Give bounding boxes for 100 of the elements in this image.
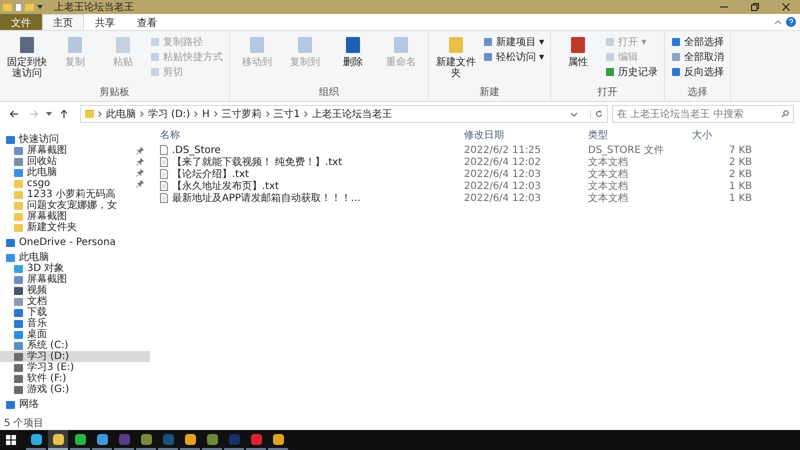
- size-cell-text: 2 KB: [728, 156, 753, 168]
- chevron-down-icon[interactable]: [570, 110, 578, 118]
- ribbon-button[interactable]: 删除: [330, 33, 376, 85]
- ribbon-button[interactable]: 轻松访问 ▾: [481, 50, 546, 63]
- breadcrumb-link[interactable]: 三寸1: [274, 107, 300, 121]
- group-label: 选择: [686, 86, 709, 100]
- nav-item[interactable]: 3D 对象: [0, 263, 150, 274]
- size-cell-text: 7 KB: [728, 144, 753, 156]
- document-icon: [160, 169, 168, 179]
- ribbon-button[interactable]: 固定到快速访问: [4, 33, 50, 85]
- nav-item[interactable]: 屏幕截图: [0, 145, 150, 156]
- refresh-icon[interactable]: [590, 110, 603, 118]
- address-bar[interactable]: 此电脑 学习 (D:) H 三寸萝莉 三寸1 上老王论坛当老王: [80, 105, 608, 123]
- nav-item[interactable]: 游戏 (G:): [0, 384, 150, 395]
- nav-item[interactable]: 屏幕截图: [0, 274, 150, 285]
- column-header[interactable]: 大小: [688, 128, 758, 142]
- ribbon-button[interactable]: 新建文件夹: [433, 33, 479, 85]
- group-label: 组织: [318, 86, 340, 100]
- ribbon-button[interactable]: 全部选择: [669, 35, 726, 48]
- nav-item[interactable]: 屏幕截图: [0, 211, 150, 222]
- windows-logo-icon[interactable]: [6, 435, 16, 445]
- ribbon-button[interactable]: 反向选择: [669, 65, 726, 78]
- breadcrumb-link[interactable]: H: [202, 108, 210, 120]
- nav-item[interactable]: 快速访问: [0, 134, 150, 145]
- ribbon-button[interactable]: 全部取消: [669, 50, 726, 63]
- nav-item[interactable]: 此电脑: [0, 252, 150, 263]
- document-icon[interactable]: [15, 2, 22, 12]
- group-label: 打开: [596, 86, 619, 100]
- file-name-cell[interactable]: 最新地址及APP请发邮箱自动获取！！！...: [156, 191, 460, 205]
- column-header[interactable]: 类型: [584, 128, 688, 142]
- taskbar-app[interactable]: [48, 430, 68, 450]
- nav-item[interactable]: 此电脑: [0, 167, 150, 178]
- nav-item[interactable]: 学习 (D:): [0, 351, 150, 362]
- nav-item[interactable]: 网络: [0, 399, 150, 410]
- ribbon-tab[interactable]: 主页: [42, 14, 84, 30]
- close-icon[interactable]: [781, 2, 791, 12]
- back-arrow-icon[interactable]: [9, 109, 19, 119]
- nav-item[interactable]: 回收站: [0, 156, 150, 167]
- breadcrumb-link[interactable]: 上老王论坛当老王: [312, 107, 392, 121]
- nav-item[interactable]: 软件 (F:): [0, 373, 150, 384]
- file-name-cell[interactable]: 【来了就能下载视频！ 纯免费！】.txt: [156, 155, 460, 169]
- chevron-up-icon[interactable]: [774, 18, 782, 26]
- column-header[interactable]: 名称: [156, 128, 460, 142]
- item-count: 5 个项目: [4, 417, 44, 430]
- document-icon: [160, 157, 168, 167]
- breadcrumb-link[interactable]: 三寸萝莉: [222, 107, 262, 121]
- nav-item[interactable]: 系统 (C:): [0, 340, 150, 351]
- caret-icon[interactable]: [37, 5, 43, 9]
- ribbon-button[interactable]: 新建项目 ▾: [481, 35, 546, 48]
- chevron-right-icon: [266, 111, 270, 117]
- nav-item[interactable]: 桌面: [0, 329, 150, 340]
- document-icon: [160, 145, 168, 155]
- type-cell-text: DS_STORE 文件: [587, 144, 665, 156]
- nav-item[interactable]: 文档: [0, 296, 150, 307]
- nav-item[interactable]: 问题女友宠娜娜，女: [0, 200, 150, 211]
- chevron-right-icon: [214, 111, 218, 117]
- chevron-right-icon: [304, 111, 308, 117]
- type-cell-text: 文本文档: [587, 180, 629, 192]
- nav-item[interactable]: 视频: [0, 285, 150, 296]
- ribbon-tab[interactable]: 查看: [126, 14, 168, 30]
- chevron-right-icon: [98, 111, 102, 117]
- chevron-right-icon: [140, 111, 144, 117]
- file-name-cell[interactable]: .DS_Store: [156, 144, 460, 156]
- nav-item[interactable]: csgo: [0, 178, 150, 189]
- column-header[interactable]: 修改日期: [460, 128, 584, 142]
- type-cell-text: 文本文档: [587, 192, 629, 205]
- nav-item[interactable]: OneDrive - Persona: [0, 237, 150, 248]
- group-label: 剪贴板: [98, 86, 130, 100]
- type-cell-text: 文本文档: [587, 156, 629, 168]
- file-name-cell[interactable]: 【论坛介绍】.txt: [156, 167, 460, 181]
- size-cell-text: 1 KB: [728, 192, 753, 204]
- ribbon-tab[interactable]: 文件: [0, 14, 42, 30]
- search-field[interactable]: 在 上老王论坛当老王 中搜索: [612, 105, 794, 123]
- caret-icon[interactable]: [46, 112, 52, 116]
- restore-icon[interactable]: [750, 2, 760, 12]
- help-icon[interactable]: [786, 17, 796, 27]
- ribbon-button[interactable]: 历史记录: [603, 65, 660, 78]
- file-name-cell[interactable]: 【永久地址发布页】.txt: [156, 179, 460, 193]
- type-cell-text: 文本文档: [587, 168, 629, 180]
- nav-item[interactable]: 音乐: [0, 318, 150, 329]
- breadcrumb-link[interactable]: 此电脑: [106, 107, 136, 121]
- up-arrow-icon[interactable]: [59, 109, 69, 119]
- nav-item[interactable]: 学习3 (E:): [0, 362, 150, 373]
- date-cell-text: 2022/6/4 12:02: [463, 156, 542, 168]
- size-cell-text: 2 KB: [728, 168, 753, 180]
- search-icon: [781, 110, 789, 118]
- ribbon-tab[interactable]: 共享: [84, 14, 126, 30]
- date-cell-text: 2022/6/2 11:25: [463, 144, 542, 156]
- date-cell-text: 2022/6/4 12:03: [463, 192, 542, 204]
- nav-item[interactable]: 下载: [0, 307, 150, 318]
- ribbon-button[interactable]: 属性: [555, 33, 602, 85]
- date-cell-text: 2022/6/4 12:03: [463, 180, 542, 192]
- nav-item[interactable]: 1233 小萝莉无码高: [0, 189, 150, 200]
- nav-item[interactable]: 新建文件夹: [0, 222, 150, 233]
- breadcrumb-link[interactable]: 学习 (D:): [148, 107, 190, 121]
- window-title: 上老王论坛当老王: [54, 0, 134, 14]
- document-icon: [160, 193, 168, 203]
- group-label: 新建: [478, 86, 501, 100]
- size-cell-text: 1 KB: [728, 180, 753, 192]
- date-cell-text: 2022/6/4 12:03: [463, 168, 542, 180]
